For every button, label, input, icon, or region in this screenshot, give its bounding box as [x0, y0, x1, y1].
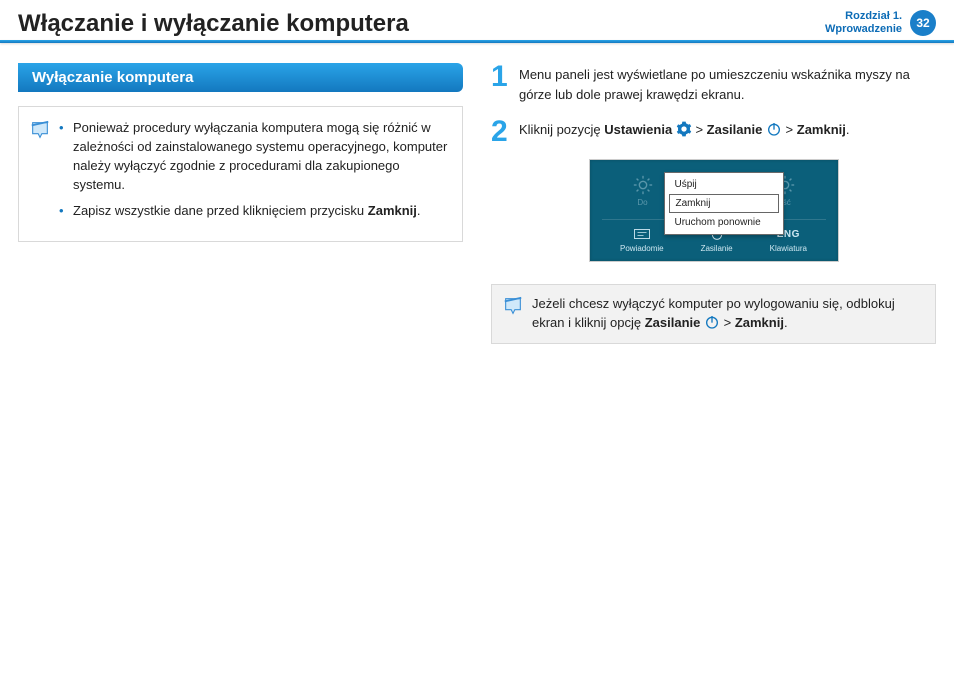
power-icon	[704, 314, 720, 330]
popup-sleep[interactable]: Uśpij	[665, 175, 783, 194]
notify-icon	[633, 226, 651, 242]
step-1: 1 Menu paneli jest wyświetlane po umiesz…	[491, 63, 936, 104]
header-divider	[0, 40, 954, 43]
chapter-block: Rozdział 1. Wprowadzenie 32	[825, 10, 936, 36]
step-1-number: 1	[491, 63, 509, 90]
power-menu-popup: Uśpij Zamknij Uruchom ponownie	[664, 172, 784, 235]
page-number-badge: 32	[910, 10, 936, 36]
step-2-text: Kliknij pozycję Ustawienia > Zasilanie >…	[519, 118, 850, 140]
popup-restart[interactable]: Uruchom ponownie	[665, 213, 783, 232]
chapter-label: Rozdział 1.	[825, 10, 902, 23]
step-2-number: 2	[491, 118, 509, 145]
note-left-bullet-2: Zapisz wszystkie dane przed kliknięciem …	[59, 202, 448, 221]
chapter-subtitle: Wprowadzenie	[825, 23, 902, 36]
page-title: Włączanie i wyłączanie komputera	[18, 10, 409, 38]
note-box-right: Jeżeli chcesz wyłączyć komputer po wylog…	[491, 284, 936, 344]
note-left-bullet-1: Ponieważ procedury wyłączania komputera …	[59, 119, 448, 194]
note-icon	[29, 119, 51, 141]
section-heading: Wyłączanie komputera	[18, 63, 463, 92]
os-screenshot: Do ość Uśpij Zamknij Uruchom ponownie Po…	[589, 159, 839, 262]
popup-shutdown[interactable]: Zamknij	[669, 194, 779, 213]
step-1-text: Menu paneli jest wyświetlane po umieszcz…	[519, 63, 936, 104]
gear-icon	[676, 121, 692, 137]
note-icon	[502, 295, 524, 317]
note-box-left: Ponieważ procedury wyłączania komputera …	[18, 106, 463, 242]
sun-left-icon	[632, 174, 654, 196]
power-icon	[766, 121, 782, 137]
step-2: 2 Kliknij pozycję Ustawienia > Zasilanie…	[491, 118, 936, 145]
